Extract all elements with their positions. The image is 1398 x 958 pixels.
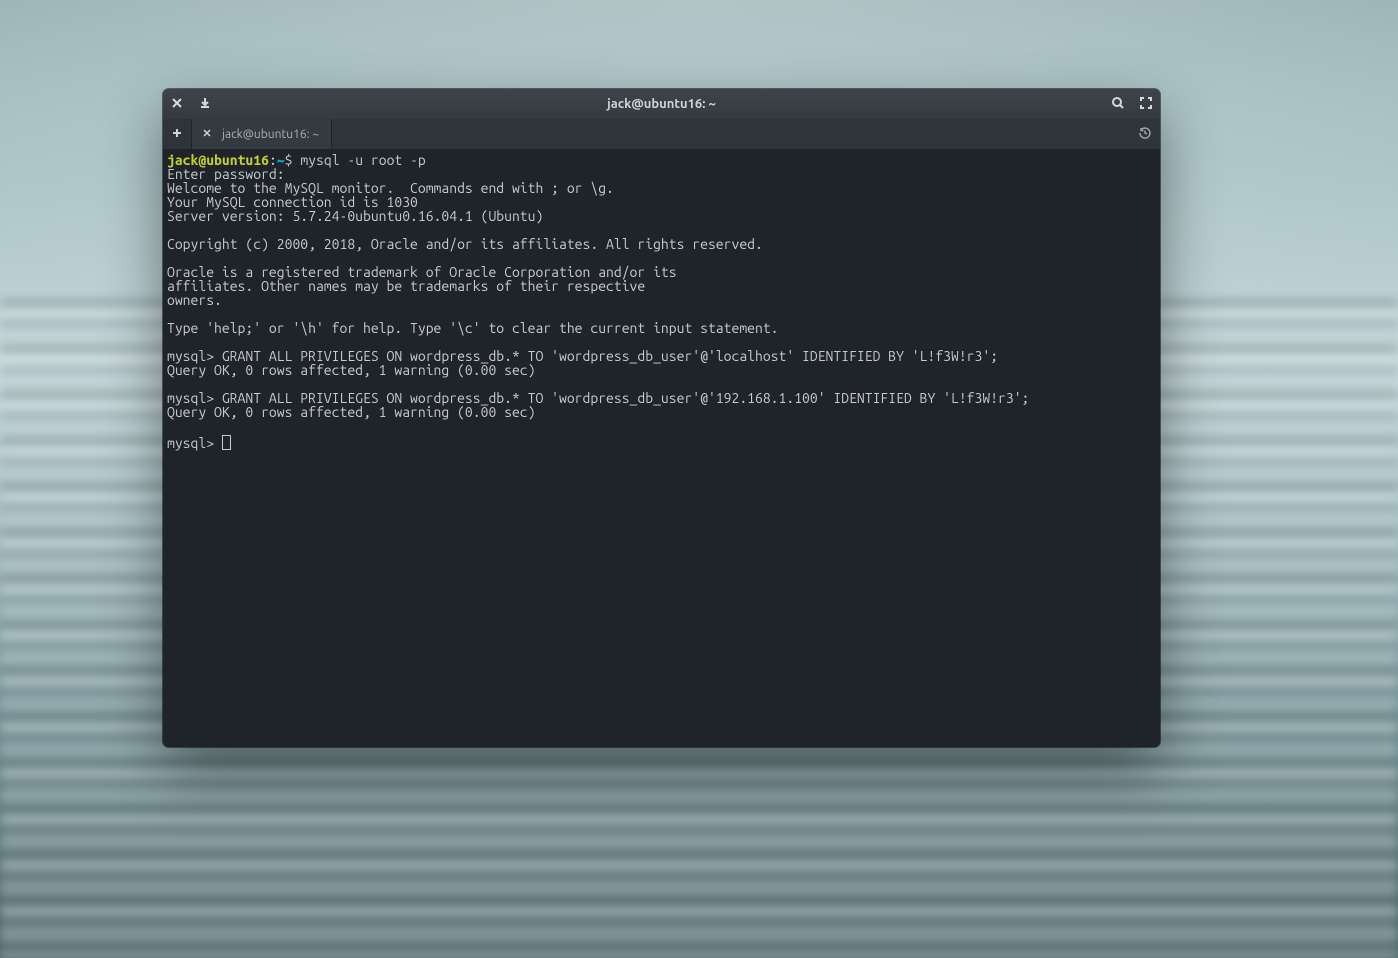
fullscreen-button[interactable] [1132,89,1160,119]
download-icon [198,96,212,113]
mysql-prompt: mysql> [167,435,222,451]
terminal-window: jack@ubuntu16: ~ [163,89,1160,747]
output-line: Your MySQL connection id is 1030 [167,195,1156,209]
tab-bar: jack@ubuntu16: ~ [163,119,1160,149]
output-line: jack@ubuntu16:~$ mysql -u root -p [167,153,1156,167]
output-line [167,223,1156,237]
fullscreen-icon [1139,96,1153,113]
output-line: mysql> GRANT ALL PRIVILEGES ON wordpress… [167,391,1156,405]
close-icon [202,128,212,141]
output-line: Copyright (c) 2000, 2018, Oracle and/or … [167,237,1156,251]
tab-close-button[interactable] [200,127,214,141]
output-line [167,419,1156,433]
output-line: mysql> GRANT ALL PRIVILEGES ON wordpress… [167,349,1156,363]
output-line: mysql> [167,433,1156,447]
desktop-wallpaper: jack@ubuntu16: ~ [0,0,1398,958]
close-icon [170,96,184,113]
search-icon [1111,96,1125,113]
history-icon [1138,126,1152,143]
output-line [167,251,1156,265]
history-button[interactable] [1130,119,1160,149]
output-line: owners. [167,293,1156,307]
output-line: Type 'help;' or '\h' for help. Type '\c'… [167,321,1156,335]
output-line: Welcome to the MySQL monitor. Commands e… [167,181,1156,195]
titlebar[interactable]: jack@ubuntu16: ~ [163,89,1160,119]
terminal-cursor [222,435,231,450]
output-line [167,377,1156,391]
tab-terminal-1[interactable]: jack@ubuntu16: ~ [192,119,332,149]
output-line: Server version: 5.7.24-0ubuntu0.16.04.1 … [167,209,1156,223]
download-button[interactable] [191,89,219,119]
plus-icon [171,127,183,142]
output-line [167,335,1156,349]
output-line: Query OK, 0 rows affected, 1 warning (0.… [167,363,1156,377]
tab-label: jack@ubuntu16: ~ [222,128,319,141]
close-window-button[interactable] [163,89,191,119]
terminal-output[interactable]: jack@ubuntu16:~$ mysql -u root -pEnter p… [163,149,1160,747]
window-title: jack@ubuntu16: ~ [607,97,716,111]
new-tab-button[interactable] [163,119,192,149]
output-line: affiliates. Other names may be trademark… [167,279,1156,293]
command-text: mysql -u root -p [300,152,425,168]
output-line [167,307,1156,321]
search-button[interactable] [1104,89,1132,119]
output-line: Oracle is a registered trademark of Orac… [167,265,1156,279]
output-line: Enter password: [167,167,1156,181]
output-line: Query OK, 0 rows affected, 1 warning (0.… [167,405,1156,419]
